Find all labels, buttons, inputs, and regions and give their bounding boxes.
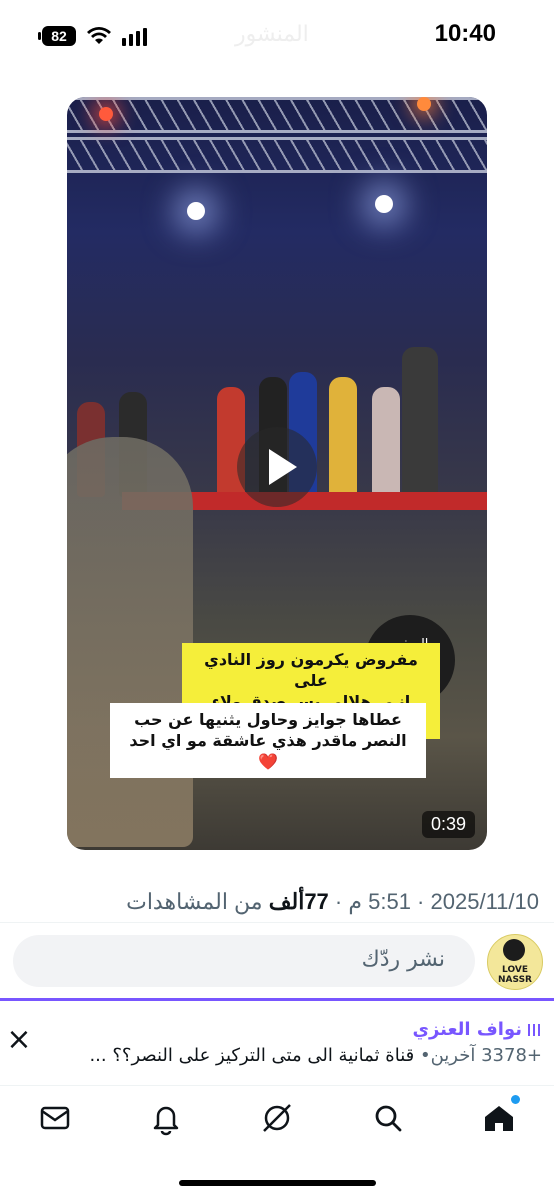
audio-wave-icon xyxy=(528,1024,542,1036)
notification-dot xyxy=(511,1095,520,1104)
stage-light xyxy=(99,107,113,121)
post-time: 5:51 م xyxy=(348,889,411,914)
tab-search[interactable] xyxy=(368,1098,408,1138)
foreground-person xyxy=(67,437,193,847)
video-caption-bottom: عطاها جوايز وحاول يثنيها عن حب النصر ماق… xyxy=(110,703,426,778)
cellular-signal-icon xyxy=(122,28,147,46)
tab-grok[interactable] xyxy=(257,1098,297,1138)
live-space-bar[interactable]: × نواف العنزي +3378 آخرين• قناة ثمانية ا… xyxy=(0,998,554,1086)
space-description: +3378 آخرين• قناة ثمانية الى متى التركيز… xyxy=(89,1045,542,1066)
stage-light xyxy=(417,97,431,111)
user-avatar[interactable]: LOVE NASSR xyxy=(487,934,543,990)
mail-icon xyxy=(40,1106,70,1130)
search-icon xyxy=(375,1105,402,1132)
divider xyxy=(0,922,554,923)
grok-icon xyxy=(263,1104,291,1132)
status-bar: المنشور 82 10:40 xyxy=(0,0,554,70)
space-host: نواف العنزي xyxy=(412,1019,542,1040)
stage-light xyxy=(375,195,393,213)
bottom-tab-bar xyxy=(0,1085,554,1146)
battery-indicator: 82 xyxy=(38,26,76,46)
space-listeners: +3378 آخرين xyxy=(430,1045,542,1066)
space-title: قناة ثمانية الى متى التركيز على النصر؟؟ … xyxy=(89,1045,415,1066)
views-count[interactable]: 77ألف xyxy=(269,889,329,914)
home-icon xyxy=(485,1106,513,1131)
tab-messages[interactable] xyxy=(35,1098,75,1138)
bell-icon xyxy=(153,1106,179,1136)
avatar-emblem xyxy=(503,939,525,961)
home-indicator xyxy=(179,1180,376,1186)
faded-header: المنشور xyxy=(235,22,309,47)
stage-light xyxy=(187,202,205,220)
video-player[interactable]: السفير الإعلامي مفروض يكرمون روز النادي … xyxy=(67,97,487,850)
post-date: 2025/11/10 xyxy=(430,889,539,914)
clock: 10:40 xyxy=(434,20,496,47)
tab-home[interactable] xyxy=(479,1095,520,1138)
tab-notifications[interactable] xyxy=(146,1098,186,1138)
reply-placeholder: نشر ردّك xyxy=(361,947,445,972)
avatar-label: LOVE NASSR xyxy=(498,965,532,985)
reply-input[interactable]: نشر ردّك xyxy=(13,935,475,987)
views-label: من المشاهدات xyxy=(126,889,263,914)
stage-truss xyxy=(67,137,487,173)
video-duration: 0:39 xyxy=(421,811,475,838)
close-icon[interactable]: × xyxy=(6,1025,32,1055)
play-button[interactable] xyxy=(237,427,317,507)
tweet-meta: 2025/11/10 · 5:51 م · 77ألف من المشاهدات xyxy=(126,889,539,914)
wifi-icon xyxy=(87,27,111,44)
